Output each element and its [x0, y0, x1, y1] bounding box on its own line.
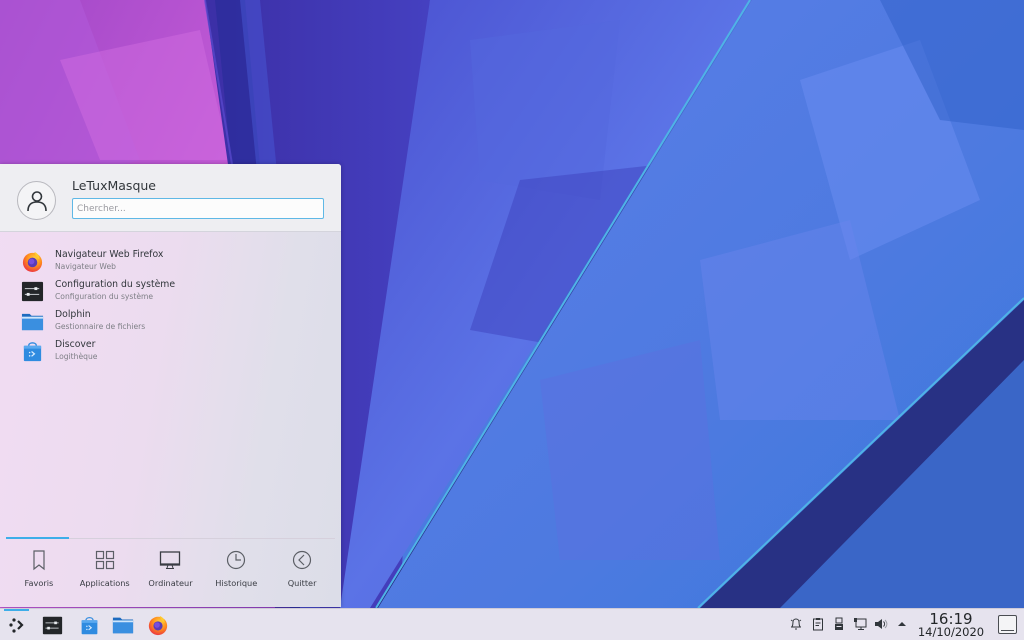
tab-label: Historique [215, 578, 258, 588]
item-title: Discover [55, 339, 96, 350]
tab-label: Favoris [24, 578, 54, 588]
launcher-header: LeTuxMasque [0, 164, 341, 232]
system-settings-icon [21, 281, 44, 302]
active-tab-indicator [6, 537, 69, 539]
firefox-icon [148, 615, 168, 636]
grid-icon [95, 550, 114, 570]
kde-launcher-icon [8, 618, 24, 633]
speaker-icon[interactable] [874, 617, 888, 631]
dolphin-folder-icon [112, 617, 134, 634]
taskbar-discover[interactable] [75, 609, 103, 640]
user-icon [26, 190, 47, 211]
bell-icon[interactable] [789, 617, 803, 631]
list-item-system-settings[interactable]: Configuration du système Configuration d… [0, 276, 341, 306]
user-avatar[interactable] [17, 181, 56, 220]
item-title: Configuration du système [55, 279, 176, 290]
discover-store-icon [23, 342, 42, 362]
search-input[interactable] [72, 198, 324, 219]
taskbar-application-launcher[interactable] [4, 609, 29, 640]
tab-label: Ordinateur [148, 578, 193, 588]
bookmark-icon [33, 550, 45, 571]
username: LeTuxMasque [72, 178, 156, 193]
clipboard-icon[interactable] [811, 617, 825, 631]
taskbar-system-settings[interactable] [38, 609, 66, 640]
clock-date[interactable]: 14/10/2020 [910, 625, 992, 639]
taskbar-firefox[interactable] [144, 609, 172, 640]
clock-icon [227, 550, 246, 570]
item-title: Navigateur Web Firefox [55, 249, 164, 260]
monitor-icon [160, 551, 181, 569]
list-item-discover[interactable]: Discover Logithèque [0, 336, 341, 366]
tab-favoris[interactable]: Favoris [6, 544, 72, 604]
item-title: Dolphin [55, 309, 91, 320]
item-subtitle: Logithèque [55, 352, 98, 361]
system-settings-icon [42, 616, 62, 634]
application-launcher-menu: LeTuxMasque Navigateur Web Firefox Na [0, 164, 341, 607]
item-subtitle: Navigateur Web [55, 262, 116, 271]
show-desktop-button[interactable] [998, 615, 1017, 634]
launcher-tabs: Favoris Applications Ordinateur Historiq… [0, 544, 341, 604]
usb-drive-icon[interactable] [832, 617, 846, 631]
item-subtitle: Gestionnaire de fichiers [55, 322, 146, 331]
taskbar-dolphin[interactable] [109, 609, 137, 640]
firefox-icon [22, 251, 43, 273]
tab-historique[interactable]: Historique [203, 544, 269, 604]
list-item-dolphin[interactable]: Dolphin Gestionnaire de fichiers [0, 306, 341, 336]
network-icon[interactable] [853, 617, 867, 631]
favorites-list: Navigateur Web Firefox Navigateur Web Co… [0, 246, 341, 366]
dolphin-folder-icon [21, 313, 44, 331]
taskbar: 16:19 14/10/2020 [0, 608, 1024, 640]
arrow-up-icon[interactable] [895, 617, 909, 631]
tab-label: Quitter [287, 578, 317, 588]
list-item-firefox[interactable]: Navigateur Web Firefox Navigateur Web [0, 246, 341, 276]
tab-ordinateur[interactable]: Ordinateur [138, 544, 204, 604]
discover-store-icon [81, 616, 97, 634]
tab-applications[interactable]: Applications [72, 544, 138, 604]
tab-label: Applications [79, 578, 130, 588]
item-subtitle: Configuration du système [55, 292, 154, 301]
back-circle-icon [292, 550, 312, 570]
tab-quitter[interactable]: Quitter [269, 544, 335, 604]
